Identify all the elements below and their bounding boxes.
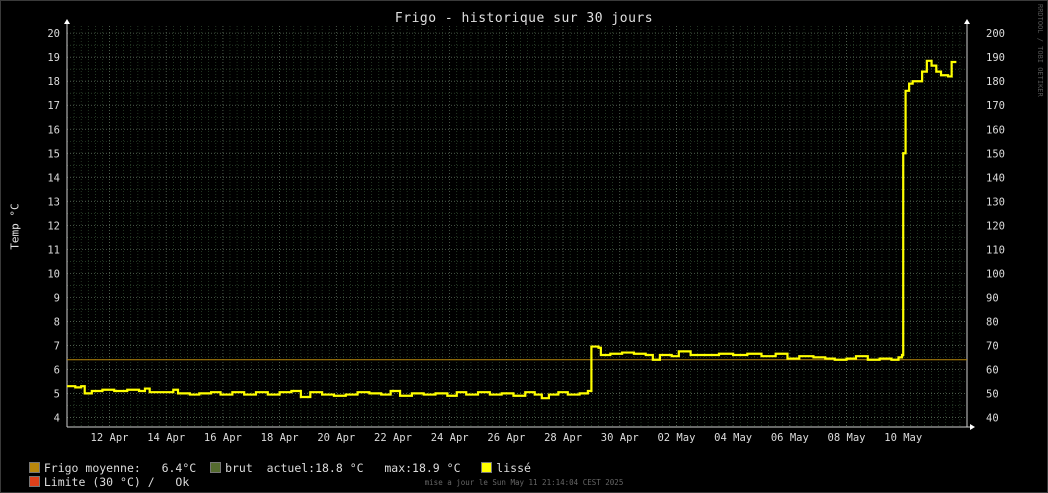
x-tick-label: 22 Apr — [374, 432, 412, 444]
legend-current: actuel:18.8 °C — [266, 461, 364, 475]
y2-tick-label: 160 — [986, 124, 1005, 136]
series-line-lisse — [67, 59, 957, 400]
y-tick-label: 9 — [54, 292, 60, 304]
x-tick-label: 24 Apr — [431, 432, 469, 444]
y2-tick-label: 80 — [986, 316, 999, 328]
y2-tick-label: 100 — [986, 268, 1005, 280]
y2-tick-label: 130 — [986, 196, 1005, 208]
y-tick-label: 11 — [47, 244, 60, 256]
x-tick-label: 26 Apr — [487, 432, 525, 444]
temperature-chart: 4 40 5 50 6 60 7 70 8 80 9 90 10 100 11 110 12 120 13 130 14… — [47, 19, 1005, 444]
legend-max: max:18.9 °C — [384, 461, 461, 475]
legend-lisse-label: lissé — [496, 461, 531, 475]
y-tick-label: 19 — [47, 52, 60, 64]
y-tick-label: 8 — [54, 316, 60, 328]
y2-tick-label: 70 — [986, 340, 999, 352]
y-tick-label: 4 — [54, 412, 60, 424]
y-tick-label: 14 — [47, 172, 60, 184]
y2-tick-label: 200 — [986, 28, 1005, 40]
y-tick-label: 5 — [54, 388, 60, 400]
legend-brut-label: brut — [225, 461, 253, 475]
x-tick-label: 28 Apr — [544, 432, 582, 444]
y-axis-arrow-right — [964, 19, 970, 24]
y2-tick-label: 60 — [986, 364, 999, 376]
y2-tick-label: 170 — [986, 100, 1005, 112]
x-tick-label: 02 May — [657, 432, 695, 444]
y2-tick-label: 190 — [986, 52, 1005, 64]
y2-tick-label: 150 — [986, 148, 1005, 160]
y-tick-label: 15 — [47, 148, 60, 160]
x-tick-label: 08 May — [828, 432, 866, 444]
x-tick-label: 06 May — [771, 432, 809, 444]
y-axis-arrow-left — [64, 19, 70, 24]
y-tick-label: 20 — [47, 28, 60, 40]
x-tick-label: 20 Apr — [317, 432, 355, 444]
y-tick-label: 12 — [47, 220, 60, 232]
y2-tick-label: 40 — [986, 412, 999, 424]
y-tick-label: 16 — [47, 124, 60, 136]
y-tick-label: 10 — [47, 268, 60, 280]
x-axis-arrow — [970, 424, 975, 430]
x-tick-label: 10 May — [884, 432, 922, 444]
y-tick-label: 13 — [47, 196, 60, 208]
y-tick-label: 18 — [47, 76, 60, 88]
y-tick-label: 6 — [54, 364, 60, 376]
y2-tick-label: 50 — [986, 388, 999, 400]
x-tick-label: 30 Apr — [601, 432, 639, 444]
y-tick-label: 7 — [54, 340, 60, 352]
x-tick-label: 16 Apr — [204, 432, 242, 444]
y2-tick-label: 180 — [986, 76, 1005, 88]
y-tick-label: 17 — [47, 100, 60, 112]
brut-swatch — [210, 462, 222, 473]
update-footer: mise a jour le Sun May 11 21:14:04 CEST … — [424, 478, 624, 487]
y2-tick-label: 110 — [986, 244, 1005, 256]
y2-tick-label: 90 — [986, 292, 999, 304]
x-tick-label: 18 Apr — [261, 432, 299, 444]
y2-tick-label: 120 — [986, 220, 1005, 232]
x-tick-label: 12 Apr — [91, 432, 129, 444]
x-tick-label: 14 Apr — [147, 432, 185, 444]
x-tick-label: 04 May — [714, 432, 752, 444]
lisse-swatch — [481, 462, 493, 473]
y2-tick-label: 140 — [986, 172, 1005, 184]
